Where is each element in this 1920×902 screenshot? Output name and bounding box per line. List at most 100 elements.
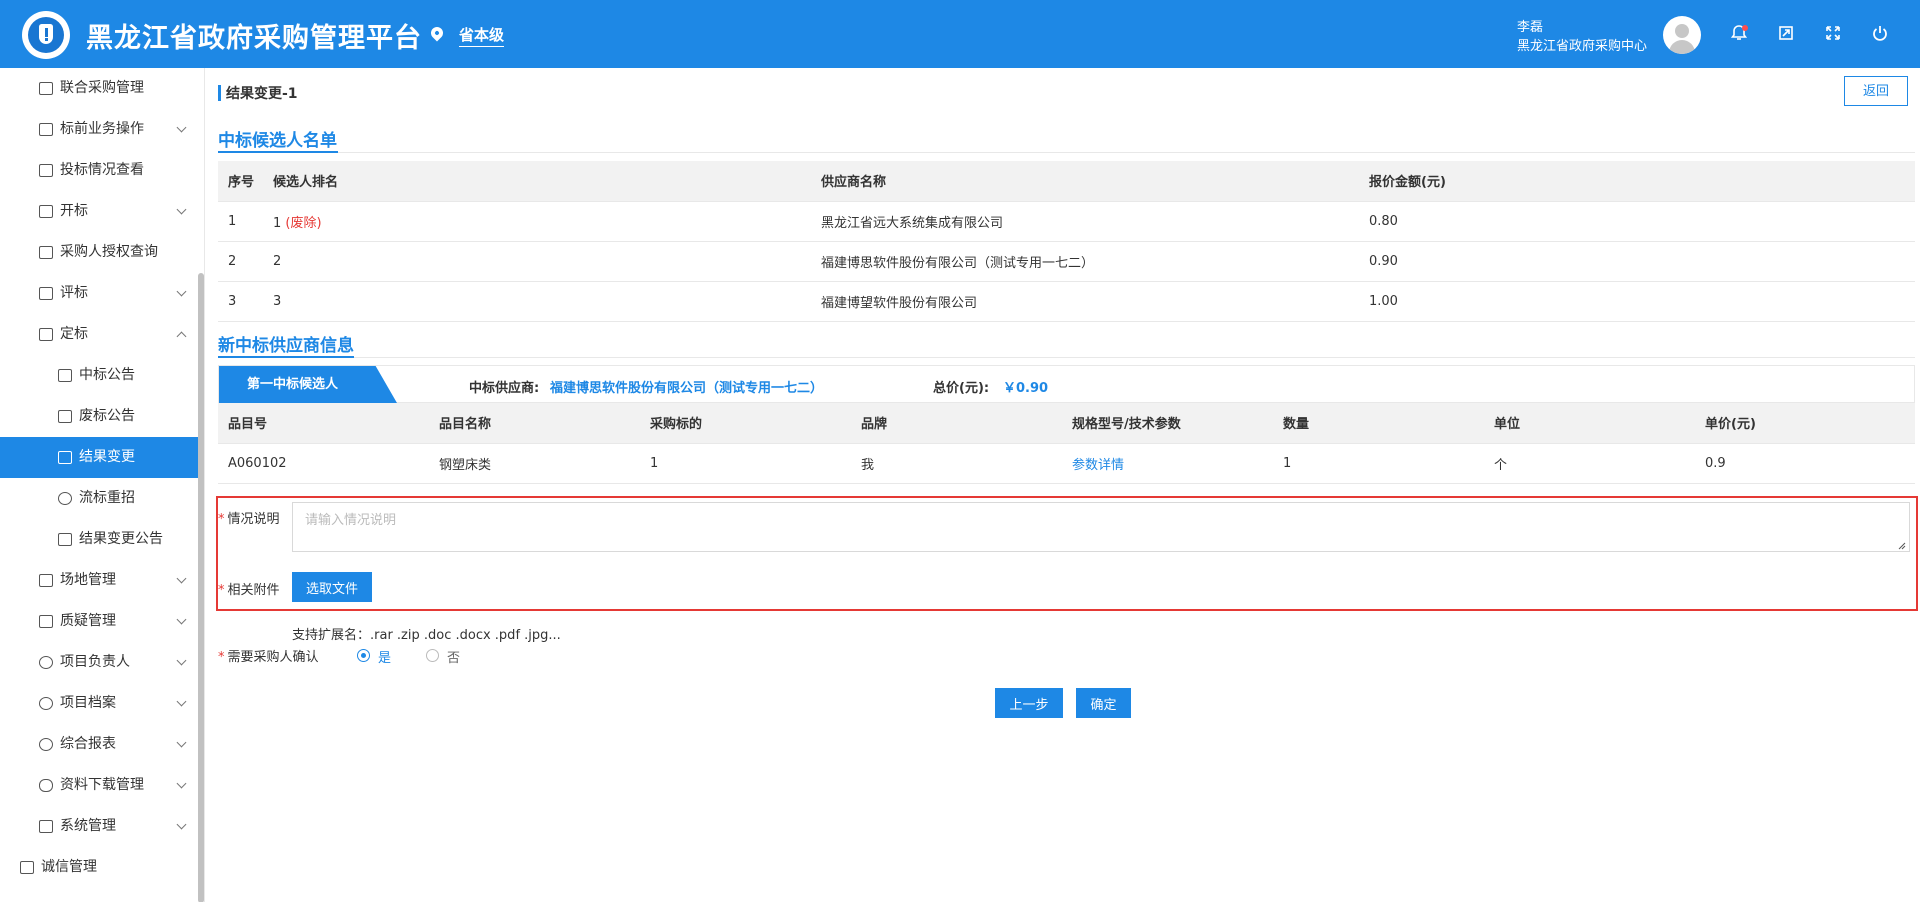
sidebar-item-bid-view[interactable]: 投标情况查看 (0, 150, 198, 191)
section-underline (218, 151, 338, 153)
cell-amount: 0.90 (1359, 241, 1915, 282)
avatar[interactable] (1663, 16, 1701, 54)
supplier-label: 中标供应商: (469, 381, 540, 396)
app-title: 黑龙江省政府采购管理平台 (86, 23, 422, 54)
chevron-down-icon (176, 778, 187, 789)
page-title: 结果变更-1 (226, 86, 298, 102)
cart-icon (39, 574, 53, 587)
supplier-value: 福建博思软件股份有限公司（测试专用一七二） (550, 381, 824, 396)
switch-window-icon[interactable] (1776, 24, 1796, 44)
cell-target: 1 (640, 443, 851, 484)
radio-yes-label[interactable]: 是 (378, 647, 391, 666)
divider (218, 357, 1915, 358)
chevron-down-icon (176, 204, 187, 215)
user-icon (39, 656, 53, 669)
sidebar-item-downloads[interactable]: 资料下载管理 (0, 765, 198, 806)
sidebar-item-award-notice[interactable]: 中标公告 (0, 355, 198, 396)
sidebar-item-reports[interactable]: 综合报表 (0, 724, 198, 765)
main-content: 结果变更-1 返回 中标候选人名单 序号 候选人排名 供应商名称 报价金额(元)… (206, 68, 1920, 902)
tab-first-candidate[interactable]: 第一中标候选人 (219, 366, 397, 403)
chevron-down-icon (176, 122, 187, 133)
confirm-label: * 需要采购人确认 (218, 650, 319, 665)
user-org: 黑龙江省政府采购中心 (1517, 39, 1648, 54)
sidebar-item-result-change-notice[interactable]: 结果变更公告 (0, 519, 198, 560)
col-header: 候选人排名 (263, 161, 811, 202)
notice-icon (58, 410, 72, 423)
cell-amount: 0.80 (1359, 201, 1915, 242)
sidebar-item-system[interactable]: 系统管理 (0, 806, 198, 847)
cell-price: 0.9 (1695, 443, 1915, 484)
radio-no[interactable] (426, 649, 439, 662)
sidebar-item-inquiry[interactable]: 质疑管理 (0, 601, 198, 642)
cell-code: A060102 (218, 443, 429, 484)
table-row: A060102 钢塑床类 1 我 参数详情 1 个 0.9 (218, 443, 1915, 484)
cell-name: 钢塑床类 (429, 443, 640, 484)
col-header: 序号 (218, 161, 263, 202)
sidebar-item-project-lead[interactable]: 项目负责人 (0, 642, 198, 683)
chevron-down-icon (176, 737, 187, 748)
fullscreen-icon[interactable] (1823, 24, 1843, 44)
chevron-down-icon (176, 696, 187, 707)
col-header: 单位 (1484, 403, 1695, 444)
resize-handle-icon[interactable] (1896, 540, 1906, 550)
col-header: 数量 (1273, 403, 1484, 444)
sidebar-item-credit[interactable]: 诚信管理 (0, 847, 198, 888)
sidebar-item-authorization-query[interactable]: 采购人授权查询 (0, 232, 198, 273)
sidebar-item-pre-bid[interactable]: 标前业务操作 (0, 109, 198, 150)
spec-detail-link[interactable]: 参数详情 (1072, 458, 1124, 473)
col-header: 规格型号/技术参数 (1062, 403, 1273, 444)
cell-brand: 我 (851, 443, 1062, 484)
extension-hint: 支持扩展名：.rar .zip .doc .docx .pdf .jpg... (292, 628, 561, 643)
sidebar-item-void-notice[interactable]: 废标公告 (0, 396, 198, 437)
prev-step-button[interactable]: 上一步 (995, 688, 1063, 718)
search-doc-icon (39, 164, 53, 177)
cell-no: 2 (218, 241, 263, 282)
sidebar-item-rebid[interactable]: 流标重招 (0, 478, 198, 519)
chevron-down-icon (176, 286, 187, 297)
chevron-down-icon (176, 655, 187, 666)
cell-supplier: 福建博思软件股份有限公司（测试专用一七二） (811, 241, 1359, 282)
user-icon (39, 738, 53, 751)
divider (218, 152, 1915, 153)
sidebar-item-result-change[interactable]: 结果变更 (0, 437, 198, 478)
chevron-down-icon (176, 819, 187, 830)
cell-rank: 3 (263, 281, 811, 322)
desc-label: * 情况说明 (218, 512, 280, 527)
radio-no-label[interactable]: 否 (447, 647, 460, 666)
menu-icon (20, 861, 34, 874)
winner-info-bar: 第一中标候选人 中标供应商: 福建博思软件股份有限公司（测试专用一七二） 总价(… (218, 365, 1915, 403)
candidates-section-title: 中标候选人名单 (218, 131, 337, 151)
cell-amount: 1.00 (1359, 281, 1915, 322)
cell-qty: 1 (1273, 443, 1484, 484)
power-icon[interactable] (1870, 24, 1890, 44)
cell-no: 3 (218, 281, 263, 322)
region-selector[interactable]: 省本级 (459, 24, 505, 47)
cell-rank: 2 (263, 241, 811, 282)
page-header: 结果变更-1 (218, 82, 1908, 106)
sidebar-item-project-archive[interactable]: 项目档案 (0, 683, 198, 724)
col-header: 采购标的 (640, 403, 851, 444)
description-textarea[interactable] (292, 502, 1910, 552)
sidebar-item-award[interactable]: 定标 (0, 314, 198, 355)
sidebar-item-evaluation[interactable]: 评标 (0, 273, 198, 314)
choose-file-button[interactable]: 选取文件 (292, 572, 372, 602)
sidebar-item-bid-opening[interactable]: 开标 (0, 191, 198, 232)
radio-yes[interactable] (357, 649, 370, 662)
col-header: 单价(元) (1695, 403, 1915, 444)
chevron-down-icon (176, 614, 187, 625)
sidebar-item-joint-procurement[interactable]: 联合采购管理 (0, 68, 198, 109)
list-icon (58, 451, 72, 464)
user-name: 李磊 (1517, 20, 1544, 35)
sidebar-scrollbar[interactable] (198, 273, 204, 902)
refresh-icon (58, 492, 72, 505)
confirm-button[interactable]: 确定 (1076, 688, 1131, 718)
shield-icon (39, 24, 53, 44)
top-header: 黑龙江省政府采购管理平台 省本级 李磊 黑龙江省政府采购中心 (0, 0, 1920, 68)
sidebar-item-venue[interactable]: 场地管理 (0, 560, 198, 601)
image-icon (39, 328, 53, 341)
back-button[interactable]: 返回 (1844, 76, 1908, 106)
notice-icon (58, 369, 72, 382)
section-underline (218, 356, 354, 358)
chevron-up-icon (176, 331, 187, 342)
bell-icon[interactable] (1729, 24, 1749, 44)
